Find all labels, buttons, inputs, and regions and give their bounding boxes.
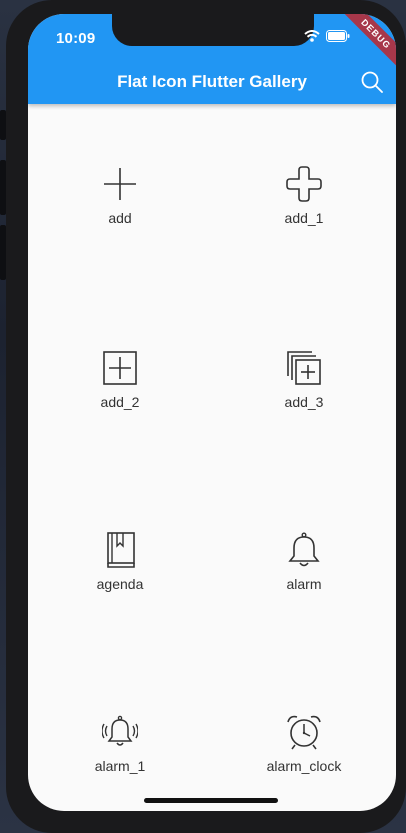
bell-icon xyxy=(288,532,320,567)
tile-add-1[interactable]: add_1 xyxy=(212,166,396,256)
tile-alarm-1[interactable]: alarm_1 xyxy=(28,714,212,804)
search-icon xyxy=(361,71,383,93)
phone-frame: 10:09 DEBUG Flat Icon Flutter Gallery ad… xyxy=(0,0,406,833)
debug-banner: DEBUG xyxy=(334,14,396,76)
search-button[interactable] xyxy=(358,68,386,96)
tile-add-3[interactable]: add_3 xyxy=(212,350,396,440)
app-bar: 10:09 DEBUG Flat Icon Flutter Gallery xyxy=(28,14,396,104)
tile-agenda[interactable]: agenda xyxy=(28,532,212,622)
tile-add[interactable]: add xyxy=(28,166,212,256)
icon-grid: add add_1 add_2 add_3 agenda alarm alarm… xyxy=(28,104,396,811)
agenda-book-icon xyxy=(107,532,135,568)
notch xyxy=(112,14,314,46)
tile-alarm[interactable]: alarm xyxy=(212,532,396,622)
tile-label: alarm_clock xyxy=(266,758,342,774)
tile-label: add_2 xyxy=(100,394,140,410)
ringing-bell-icon xyxy=(102,715,138,746)
tile-label: alarm xyxy=(286,576,322,592)
page-title: Flat Icon Flutter Gallery xyxy=(117,72,307,91)
alarm-clock-icon xyxy=(287,715,321,750)
tile-alarm-clock[interactable]: alarm_clock xyxy=(212,714,396,804)
status-time: 10:09 xyxy=(56,30,96,47)
add-icon xyxy=(104,168,136,200)
home-indicator[interactable] xyxy=(144,798,278,803)
tile-label: add_1 xyxy=(284,210,324,226)
tile-add-2[interactable]: add_2 xyxy=(28,350,212,440)
add-rounded-plus-icon xyxy=(286,166,322,202)
tile-label: alarm_1 xyxy=(94,758,146,774)
mute-switch xyxy=(0,110,6,140)
add-stacked-square-icon xyxy=(287,351,321,385)
status-icons xyxy=(304,30,350,42)
tile-label: agenda xyxy=(96,576,144,592)
screen: 10:09 DEBUG Flat Icon Flutter Gallery ad… xyxy=(28,14,396,811)
tile-label: add xyxy=(108,210,132,226)
volume-down-button xyxy=(0,225,6,280)
volume-up-button xyxy=(0,160,6,215)
wifi-icon xyxy=(304,30,320,42)
battery-icon xyxy=(326,30,350,42)
tile-label: add_3 xyxy=(284,394,324,410)
add-square-icon xyxy=(103,351,137,385)
